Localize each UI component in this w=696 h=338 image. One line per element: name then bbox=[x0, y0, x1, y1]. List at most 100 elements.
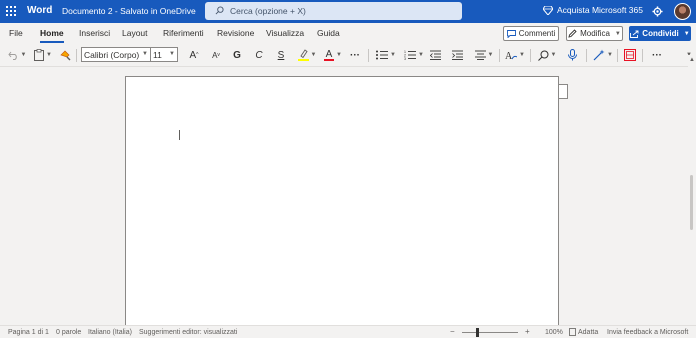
tab-help[interactable]: Guida bbox=[317, 28, 340, 38]
chevron-down-icon: ▼ bbox=[390, 52, 396, 58]
font-color-button[interactable]: A ▼ bbox=[322, 47, 344, 63]
chevron-down-icon: ▼ bbox=[20, 52, 27, 58]
fit-label: Adatta bbox=[578, 328, 599, 336]
feedback-link[interactable]: Invia feedback a Microsoft bbox=[607, 329, 688, 336]
numbering-button[interactable]: 123 ▼ bbox=[402, 47, 426, 63]
tab-file[interactable]: File bbox=[9, 28, 23, 38]
tab-insert[interactable]: Inserisci bbox=[79, 28, 110, 38]
align-center-icon bbox=[474, 50, 486, 60]
separator bbox=[586, 49, 587, 62]
page-marker bbox=[558, 84, 568, 99]
dictate-button[interactable] bbox=[565, 47, 579, 63]
highlight-button[interactable]: ▼ bbox=[296, 47, 318, 63]
tab-view[interactable]: Visualizza bbox=[266, 28, 304, 38]
gear-icon[interactable] bbox=[652, 6, 663, 17]
search-input[interactable]: Cerca (opzione + X) bbox=[205, 2, 462, 20]
shrink-font-button[interactable]: Av bbox=[208, 47, 224, 63]
editor-button[interactable]: ▼ bbox=[592, 47, 614, 63]
italic-button[interactable]: C bbox=[252, 47, 266, 63]
chevron-down-icon: ▼ bbox=[142, 51, 148, 57]
font-color-letter: A bbox=[325, 48, 333, 60]
chevron-down-icon: ▼ bbox=[336, 52, 342, 58]
document-page[interactable] bbox=[125, 76, 559, 325]
chevron-down-icon: ▼ bbox=[310, 52, 317, 58]
underline-button[interactable]: S bbox=[274, 47, 288, 63]
diamond-icon bbox=[543, 5, 553, 15]
styles-button[interactable]: A ▼ bbox=[504, 47, 526, 63]
zoom-in-button[interactable]: + bbox=[525, 327, 530, 336]
undo-button[interactable]: ▼ bbox=[6, 47, 28, 63]
chevron-down-icon: ▼ bbox=[169, 51, 175, 57]
search-icon bbox=[537, 50, 549, 61]
zoom-out-button[interactable]: − bbox=[450, 327, 455, 336]
format-painter-button[interactable] bbox=[58, 47, 72, 63]
tab-home[interactable]: Home bbox=[40, 28, 64, 43]
grow-font-button[interactable]: A ^ bbox=[186, 47, 202, 63]
comments-label: Commenti bbox=[518, 29, 556, 38]
outdent-icon bbox=[429, 50, 441, 60]
fit-button[interactable]: Adatta bbox=[569, 328, 598, 336]
styles-icon: A bbox=[505, 51, 518, 61]
editing-mode-label: Modifica bbox=[580, 29, 610, 38]
increase-indent-button[interactable] bbox=[450, 47, 464, 63]
vertical-scrollbar[interactable]: ▲ bbox=[688, 55, 696, 325]
scrollbar-thumb[interactable] bbox=[690, 175, 693, 230]
language-indicator[interactable]: Italiano (Italia) bbox=[88, 329, 132, 336]
share-button[interactable]: Condividi ▼ bbox=[629, 26, 691, 41]
word-count[interactable]: 0 parole bbox=[56, 329, 81, 336]
svg-text:3: 3 bbox=[404, 57, 406, 60]
more-font-options-button[interactable]: ··· bbox=[347, 47, 363, 63]
fit-page-icon bbox=[569, 328, 576, 336]
font-color-swatch bbox=[324, 58, 335, 61]
bold-button[interactable]: G bbox=[230, 47, 244, 63]
zoom-slider-thumb[interactable] bbox=[476, 328, 479, 337]
more-options-button[interactable]: ··· bbox=[648, 47, 666, 63]
search-icon bbox=[215, 6, 224, 15]
find-button[interactable]: ▼ bbox=[535, 47, 559, 63]
avatar[interactable] bbox=[674, 3, 691, 20]
zoom-level[interactable]: 100% bbox=[545, 329, 563, 336]
comments-button[interactable]: Commenti bbox=[503, 26, 559, 41]
chevron-down-icon: ▼ bbox=[683, 30, 690, 37]
tab-review[interactable]: Revisione bbox=[217, 28, 254, 38]
editing-mode-button[interactable]: Modifica ▼ bbox=[566, 26, 623, 41]
chevron-down-icon: ▼ bbox=[46, 52, 52, 58]
indent-icon bbox=[451, 50, 463, 60]
chevron-down-icon: ▼ bbox=[550, 52, 557, 58]
scroll-up-icon[interactable]: ▲ bbox=[689, 57, 695, 63]
designer-icon bbox=[624, 49, 636, 61]
chevron-down-icon: ▼ bbox=[487, 52, 494, 58]
share-label: Condividi bbox=[642, 29, 679, 38]
separator bbox=[642, 49, 643, 62]
paste-button[interactable]: ▼ bbox=[32, 47, 54, 63]
tab-layout[interactable]: Layout bbox=[122, 28, 148, 38]
search-placeholder: Cerca (opzione + X) bbox=[230, 6, 306, 16]
app-name[interactable]: Word bbox=[27, 5, 52, 16]
app-launcher-icon[interactable] bbox=[6, 6, 16, 16]
grow-font-label: A bbox=[189, 49, 197, 61]
buy-label: Acquista Microsoft 365 bbox=[557, 5, 643, 15]
font-size-select[interactable]: 11 ▼ bbox=[150, 47, 178, 62]
font-name-select[interactable]: Calibri (Corpo) ▼ bbox=[81, 47, 151, 62]
tab-references[interactable]: Riferimenti bbox=[163, 28, 204, 38]
more-label: ··· bbox=[350, 49, 360, 61]
undo-icon bbox=[7, 51, 17, 60]
separator bbox=[617, 49, 618, 62]
bullets-button[interactable]: ▼ bbox=[374, 47, 398, 63]
editor-suggestions[interactable]: Suggerimenti editor: visualizzati bbox=[139, 329, 237, 336]
decrease-indent-button[interactable] bbox=[428, 47, 442, 63]
separator bbox=[499, 49, 500, 62]
page-count: Pagina 1 di 1 bbox=[8, 329, 49, 336]
numbered-list-icon: 123 bbox=[404, 50, 417, 60]
zoom-slider[interactable] bbox=[462, 332, 518, 333]
designer-button[interactable] bbox=[622, 47, 638, 63]
text-cursor bbox=[179, 130, 180, 140]
align-button[interactable]: ▼ bbox=[472, 47, 496, 63]
document-title[interactable]: Documento 2 - Salvato in OneDrive bbox=[62, 6, 196, 16]
chevron-down-icon: ▼ bbox=[607, 52, 613, 58]
buy-microsoft-365-link[interactable]: Acquista Microsoft 365 bbox=[543, 5, 643, 15]
svg-text:A: A bbox=[505, 51, 513, 61]
paintbrush-icon bbox=[59, 50, 70, 60]
chevron-down-icon: ▼ bbox=[519, 52, 525, 58]
more-options-label: ··· bbox=[652, 49, 662, 61]
